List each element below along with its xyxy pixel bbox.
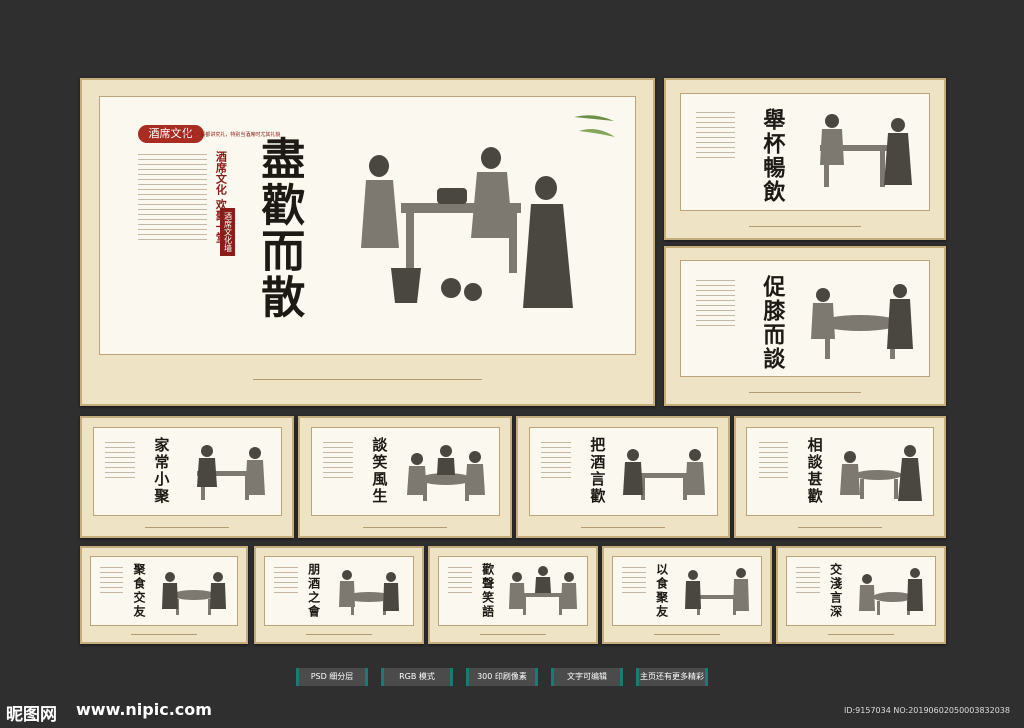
poster-badge: 酒席文化墙 xyxy=(220,207,236,256)
body-text-block xyxy=(137,153,208,244)
poster-title: 談笑風生 xyxy=(370,437,389,506)
feature-tags: PSD 细分层 RGB 模式 300 印刷像素 文字可编辑 主页还有更多精彩 xyxy=(296,668,708,686)
drinking-scene-illustration xyxy=(407,444,486,501)
poster-panel-10[interactable]: 歡聲笑語 xyxy=(428,546,598,644)
drinking-scene-illustration xyxy=(685,568,750,616)
bamboo-decoration-icon xyxy=(573,115,615,138)
drinking-scene-illustration xyxy=(811,283,913,359)
poster-title: 以食聚友 xyxy=(654,563,669,620)
poster-panel-2[interactable]: 舉杯暢飲 xyxy=(664,78,946,240)
poster-panel-8[interactable]: 聚食交友 xyxy=(80,546,248,644)
drinking-scene-illustration xyxy=(162,572,227,616)
poster-title: 交淺言深 xyxy=(828,563,843,620)
poster-footer xyxy=(82,368,653,391)
main-poster-canvas: 酒席文化 中国人一般都讲究礼，特别当酒席时尤其礼貌 酒席文化 欢聚一堂 酒席文化… xyxy=(99,96,636,356)
poster-title: 家常小聚 xyxy=(152,437,171,506)
poster-panel-6[interactable]: 把酒言歡 xyxy=(516,416,730,538)
poster-title: 歡聲笑語 xyxy=(480,563,495,620)
poster-title: 盡歡而散 xyxy=(253,135,305,320)
tag-print-resolution[interactable]: 300 印刷像素 xyxy=(466,668,538,686)
drinking-scene-illustration xyxy=(197,444,265,500)
drinking-scene-illustration xyxy=(819,114,912,188)
poster-title: 聚食交友 xyxy=(131,563,146,620)
site-logo[interactable]: 昵图网 xyxy=(6,700,57,725)
drinking-scene-illustration xyxy=(509,566,578,616)
poster-title: 舉杯暢飲 xyxy=(759,107,786,204)
body-text-block xyxy=(695,279,736,330)
drinking-scene-illustration xyxy=(623,448,706,500)
drinking-scene-illustration xyxy=(339,570,400,616)
poster-title: 把酒言歡 xyxy=(588,437,607,506)
tag-editable-text[interactable]: 文字可编辑 xyxy=(551,668,623,686)
image-id-label: ID:9157034 NO:20190602050003832038 xyxy=(843,706,1010,715)
poster-title: 促膝而談 xyxy=(759,275,786,372)
drinking-scene-illustration xyxy=(859,568,924,616)
poster-title: 相談甚歡 xyxy=(805,437,824,506)
poster-panel-12[interactable]: 交淺言深 xyxy=(776,546,946,644)
poster-title: 朋酒之會 xyxy=(306,563,321,620)
tag-rgb-mode[interactable]: RGB 模式 xyxy=(381,668,453,686)
drinking-scene-illustration xyxy=(361,147,574,309)
tag-more-on-homepage[interactable]: 主页还有更多精彩 xyxy=(636,668,708,686)
poster-panel-3[interactable]: 促膝而談 xyxy=(664,246,946,406)
poster-panel-5[interactable]: 談笑風生 xyxy=(298,416,512,538)
drinking-scene-illustration xyxy=(840,444,923,501)
tag-psd-layers[interactable]: PSD 细分层 xyxy=(296,668,368,686)
poster-panel-11[interactable]: 以食聚友 xyxy=(602,546,772,644)
body-text-block xyxy=(695,112,736,162)
poster-panel-4[interactable]: 家常小聚 xyxy=(80,416,294,538)
site-url[interactable]: www.nipic.com xyxy=(76,700,212,719)
main-poster-panel[interactable]: 酒席文化 中国人一般都讲究礼，特别当酒席时尤其礼貌 酒席文化 欢聚一堂 酒席文化… xyxy=(80,78,655,406)
poster-panel-7[interactable]: 相談甚歡 xyxy=(734,416,946,538)
poster-panel-9[interactable]: 朋酒之會 xyxy=(254,546,424,644)
